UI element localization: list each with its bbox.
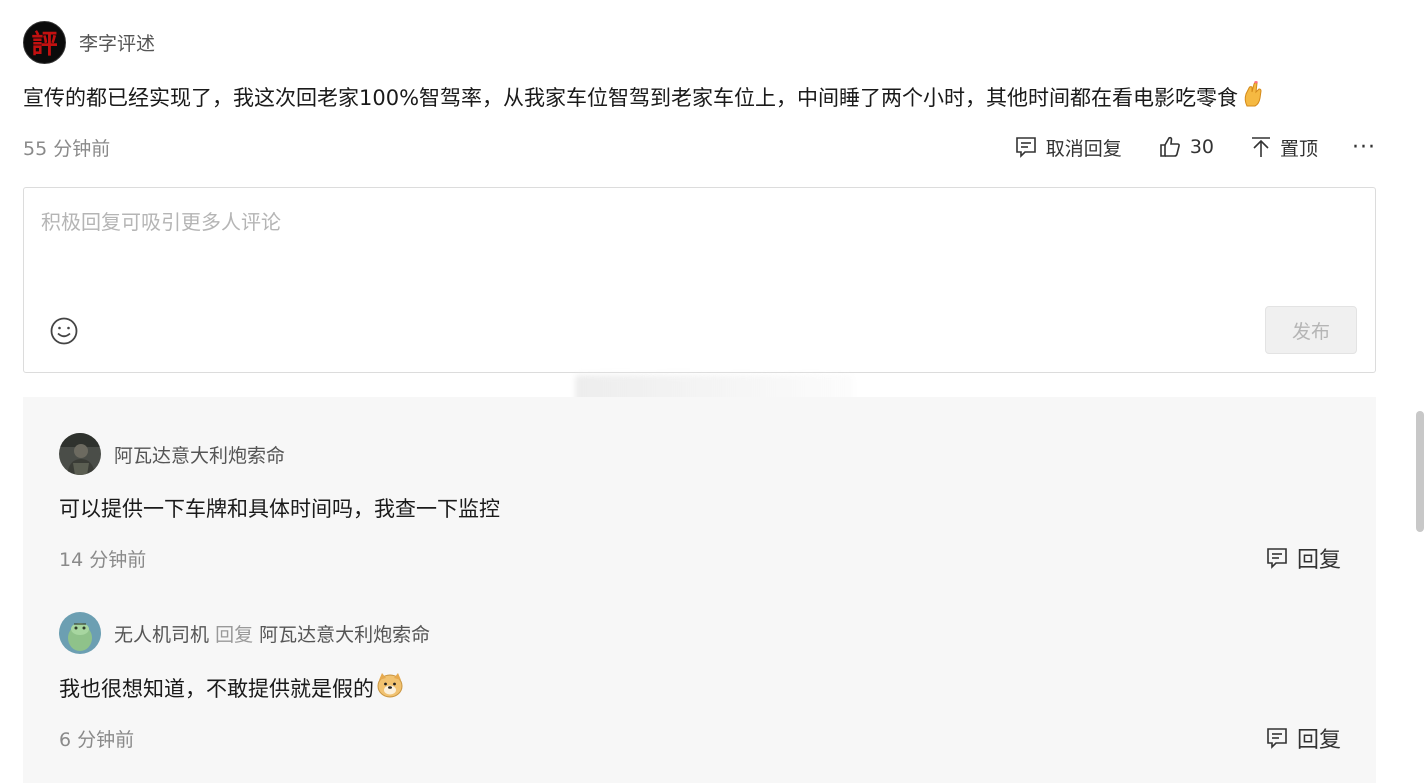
main-comment-meta: 55 分钟前 取消回复 30 置顶 ··· — [23, 134, 1376, 160]
sub-reply-meta: 14 分钟前 回复 — [59, 543, 1341, 573]
sub-reply-text: 我也很想知道，不敢提供就是假的 — [59, 672, 1341, 703]
comment-actions: 取消回复 30 置顶 ··· — [1014, 134, 1376, 161]
reply-button[interactable]: 回复 — [1265, 722, 1341, 754]
avatar[interactable] — [59, 612, 101, 654]
author-name[interactable]: 无人机司机 — [114, 624, 209, 646]
publish-button[interactable]: 发布 — [1265, 306, 1357, 354]
sub-reply-text: 可以提供一下车牌和具体时间吗，我查一下监控 — [59, 497, 500, 521]
sub-reply-header: 无人机司机 回复 阿瓦达意大利炮索命 — [59, 612, 1341, 654]
comment-time: 55 分钟前 — [23, 137, 111, 160]
doge-emoji-icon — [376, 672, 404, 703]
comment-time: 6 分钟前 — [59, 728, 135, 751]
reply-to-name[interactable]: 阿瓦达意大利炮索命 — [259, 624, 430, 646]
comment-icon — [1267, 548, 1287, 569]
main-comment-text: 宣传的都已经实现了，我这次回老家100%智驾率，从我家车位智驾到老家车位上，中间… — [23, 80, 1265, 113]
comment-time: 14 分钟前 — [59, 548, 147, 571]
sub-reply-meta: 6 分钟前 回复 — [59, 723, 1341, 753]
list-item: 阿瓦达意大利炮索命 可以提供一下车牌和具体时间吗，我查一下监控 14 分钟前 回… — [59, 433, 1341, 573]
finger-heart-emoji-icon — [1241, 80, 1265, 113]
reply-input[interactable] — [41, 206, 1341, 296]
comment-icon — [1015, 137, 1036, 158]
author-name[interactable]: 阿瓦达意大利炮索命 — [114, 441, 285, 468]
reply-label: 回复 — [1296, 548, 1341, 573]
like-button[interactable]: 30 — [1158, 135, 1214, 159]
like-count: 30 — [1189, 136, 1214, 158]
cancel-reply-button[interactable]: 取消回复 — [1014, 134, 1122, 161]
reply-header-line: 无人机司机 回复 阿瓦达意大利炮索命 — [114, 620, 430, 647]
pin-top-icon — [1252, 137, 1270, 157]
main-comment-header: 評 李字评述 — [23, 21, 155, 64]
avatar[interactable]: 評 — [23, 21, 66, 64]
author-name[interactable]: 李字评述 — [79, 29, 155, 56]
comment-page: 評 李字评述 宣传的都已经实现了，我这次回老家100%智驾率，从我家车位智驾到老… — [0, 0, 1428, 783]
more-options-button[interactable]: ··· — [1352, 135, 1376, 160]
reply-box: 发布 — [23, 187, 1376, 373]
list-item: 无人机司机 回复 阿瓦达意大利炮索命 我也很想知道，不敢提供就是假的 6 分钟前… — [59, 612, 1341, 753]
reply-button[interactable]: 回复 — [1265, 542, 1341, 574]
avatar[interactable] — [59, 433, 101, 475]
sub-reply-header: 阿瓦达意大利炮索命 — [59, 433, 1341, 475]
smile-icon[interactable] — [49, 316, 79, 350]
sub-reply-body: 我也很想知道，不敢提供就是假的 — [59, 676, 374, 701]
sub-replies: 阿瓦达意大利炮索命 可以提供一下车牌和具体时间吗，我查一下监控 14 分钟前 回… — [23, 397, 1376, 783]
reply-word: 回复 — [215, 623, 254, 646]
pin-label: 置顶 — [1280, 137, 1319, 160]
main-comment-body: 宣传的都已经实现了，我这次回老家100%智驾率，从我家车位智驾到老家车位上，中间… — [23, 85, 1239, 110]
reply-label: 回复 — [1296, 728, 1341, 753]
pin-top-button[interactable]: 置顶 — [1250, 134, 1318, 161]
cancel-reply-label: 取消回复 — [1045, 137, 1122, 160]
comment-icon — [1267, 728, 1287, 749]
thumb-up-icon — [1160, 136, 1180, 157]
vertical-scrollbar[interactable] — [1416, 411, 1424, 532]
